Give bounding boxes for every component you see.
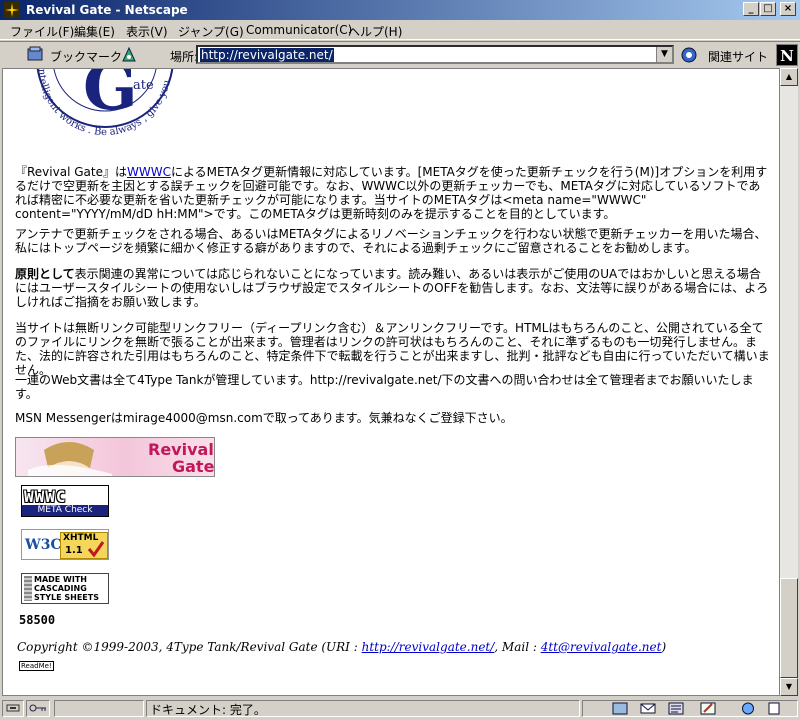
url-dropdown-arrow-icon[interactable]: ▼ (656, 47, 672, 62)
copyright-text-a: Copyright ©1999-2003, 4Type Tank/Revival… (17, 640, 362, 654)
xhtml-version: 1.1 (65, 545, 83, 556)
paragraph-msn: MSN Messengerはmirage4000@msn.comで取ってあります… (15, 411, 513, 425)
navigator-component-icon[interactable] (612, 702, 628, 715)
visit-counter: 58500 (19, 613, 56, 627)
revival-gate-logo: G ate ntelligent works . Be always , giv… (36, 68, 174, 138)
menu-communicator[interactable]: Communicator(C) (246, 23, 352, 37)
mail-component-icon[interactable] (640, 702, 656, 715)
scroll-thumb[interactable] (780, 578, 798, 678)
location-toolbar: ブックマーク 場所: http://revivalgate.net/ ▼ 関連サ… (0, 41, 800, 67)
wwwc-link[interactable]: WWWC (127, 165, 171, 179)
logo-letter: G (83, 68, 138, 125)
copyright-text-b: , Mail : (494, 640, 541, 654)
wwwc-badge-sub: META Check (22, 505, 108, 516)
page-content: G ate ntelligent works . Be always , giv… (2, 68, 780, 696)
window-title: Revival Gate - Netscape (26, 3, 188, 17)
security-key-icon[interactable] (29, 703, 47, 713)
related-sites-icon[interactable] (680, 46, 698, 64)
minimize-button[interactable]: _ (743, 2, 759, 16)
url-text[interactable]: http://revivalgate.net/ (200, 48, 334, 62)
menu-file[interactable]: ファイル(F) (10, 23, 74, 40)
p3-text: 表示関連の異常については応じられないことになっています。読み難い、あるいは表示が… (15, 267, 769, 309)
status-globe-icon[interactable] (740, 702, 756, 715)
related-sites-label[interactable]: 関連サイト (708, 48, 768, 65)
menu-help[interactable]: ヘルプ(H) (348, 23, 402, 40)
mail-link[interactable]: 4tt@revivalgate.net (541, 640, 662, 654)
location-label: 場所: (170, 50, 199, 64)
status-text: ドキュメント: 完了。 (150, 703, 266, 717)
scroll-down-icon[interactable]: ▼ (780, 678, 798, 696)
menu-go[interactable]: ジャンプ(G) (178, 23, 244, 40)
page-proxy-icon[interactable] (120, 46, 138, 64)
maximize-button[interactable]: □ (760, 2, 776, 16)
menu-edit[interactable]: 編集(E) (74, 23, 115, 40)
status-progress-slot (54, 700, 144, 717)
paragraph-antenna: アンテナで更新チェックをされる場合、あるいはMETAタグによるリノベーションチェ… (15, 227, 767, 255)
logo-small: ate (133, 78, 154, 93)
paragraph-wwwc: 『Revival Gate』はWWWCによるMETAタグ更新情報に対応しています… (15, 165, 771, 221)
status-doc-icon[interactable] (766, 702, 782, 715)
site-link[interactable]: http://revivalgate.net/ (362, 640, 495, 654)
principle-bold: 原則として (15, 267, 75, 281)
css-line-2: CASCADING (34, 584, 87, 593)
wwwc-meta-badge[interactable]: WWWC META Check (21, 485, 109, 517)
w3c-label: W3C (25, 537, 62, 553)
composer-component-icon[interactable] (700, 702, 716, 715)
css-badge-stripes (24, 576, 32, 601)
p1-text-a: 『Revival Gate』は (15, 165, 127, 179)
netscape-app-icon (4, 2, 20, 18)
banner-title-2: Gate (172, 457, 215, 476)
css-badge-text: MADE WITH CASCADING STYLE SHEETS (34, 575, 99, 602)
css-badge[interactable]: MADE WITH CASCADING STYLE SHEETS (21, 573, 109, 604)
wwwc-badge-text: WWWC (24, 487, 67, 506)
revival-gate-banner[interactable]: Revival Gate (15, 437, 215, 477)
xhtml-box: XHTML 1.1 (60, 532, 108, 559)
menu-view[interactable]: 表示(V) (126, 23, 168, 40)
bookmarks-label[interactable]: ブックマーク (50, 48, 122, 65)
css-line-3: STYLE SHEETS (34, 593, 99, 602)
vertical-scrollbar[interactable]: ▲ ▼ (780, 68, 798, 696)
connection-icon (6, 704, 20, 712)
news-component-icon[interactable] (668, 702, 684, 715)
banner-girl-image (28, 442, 112, 476)
paragraph-display: 原則として表示関連の異常については応じられないことになっています。読み難い、ある… (15, 267, 771, 309)
menu-bar: ファイル(F) 編集(E) 表示(V) ジャンプ(G) Communicator… (0, 20, 800, 40)
scroll-up-icon[interactable]: ▲ (780, 68, 798, 86)
w3c-xhtml-badge[interactable]: W3C XHTML 1.1 (21, 529, 109, 560)
title-bar: Revival Gate - Netscape _ □ × (0, 0, 800, 20)
url-input[interactable]: http://revivalgate.net/ ▼ (196, 45, 674, 64)
status-bar: ドキュメント: 完了。 (0, 697, 800, 720)
readme-button[interactable]: ReadMe! (19, 661, 54, 671)
bookmarks-icon[interactable] (26, 46, 46, 62)
netscape-logo-icon[interactable]: N (776, 44, 798, 66)
paragraph-admin: 一連のWeb文書は全て4Type Tankが管理しています。http://rev… (15, 373, 754, 401)
paragraph-linkfree: 当サイトは無断リンク可能型リンクフリー（ディープリンク含む）＆アンリンクフリーで… (15, 321, 770, 377)
css-line-1: MADE WITH (34, 575, 87, 584)
checkmark-icon (87, 541, 105, 557)
copyright-text-c: ) (661, 640, 667, 654)
close-button[interactable]: × (780, 2, 796, 16)
copyright-line: Copyright ©1999-2003, 4Type Tank/Revival… (17, 640, 666, 654)
